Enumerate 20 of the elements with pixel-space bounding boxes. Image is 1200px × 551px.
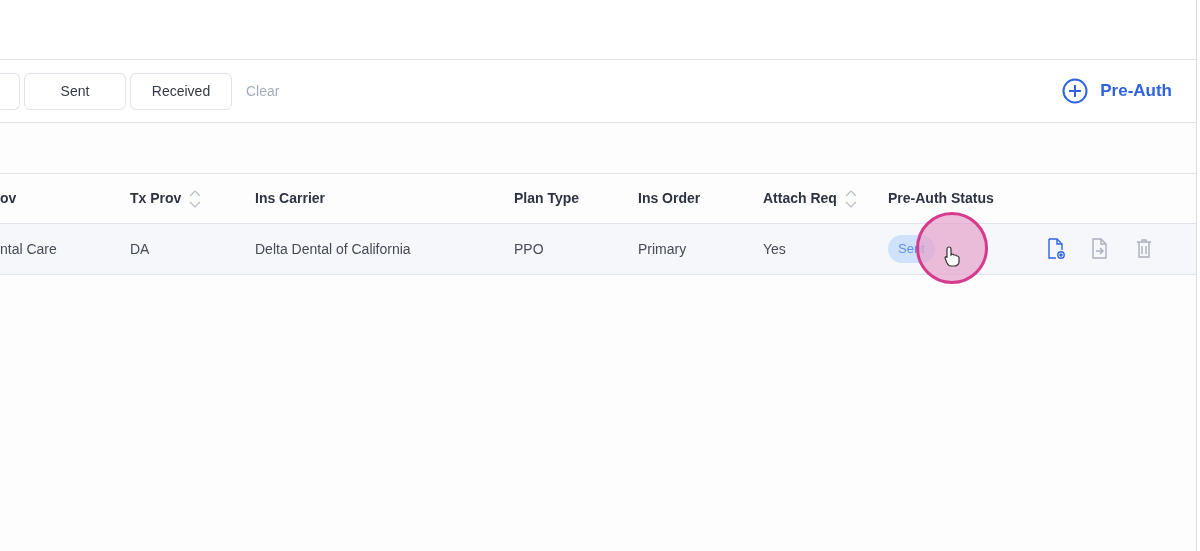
table-cell: PPO — [514, 240, 544, 257]
add-pre-auth-button[interactable]: Pre-Auth — [1062, 78, 1172, 104]
table-cell: Yes — [763, 240, 786, 257]
filter-button[interactable]: Received — [130, 72, 232, 110]
plus-circle-icon — [1062, 78, 1089, 104]
table-cell: Primary — [638, 240, 687, 257]
pointer-cursor-icon — [943, 245, 961, 267]
filter-button[interactable] — [0, 72, 20, 110]
column-header[interactable]: Ins Order — [638, 188, 701, 209]
column-header[interactable]: Tx Prov — [130, 188, 182, 209]
table-cell: Delta Dental of California — [255, 240, 411, 257]
column-header[interactable]: Pre-Auth Status — [888, 188, 994, 209]
column-header[interactable]: Plan Type — [514, 188, 580, 209]
table-cell: DA — [130, 240, 150, 257]
filter-button[interactable]: Sent — [24, 72, 126, 110]
table-cell: ntal Care — [0, 240, 57, 257]
column-header[interactable]: Ins Carrier — [255, 188, 326, 209]
view-icon[interactable] — [1045, 237, 1067, 261]
column-header[interactable]: Attach Req — [763, 188, 837, 209]
column-header[interactable]: ov — [0, 188, 17, 209]
